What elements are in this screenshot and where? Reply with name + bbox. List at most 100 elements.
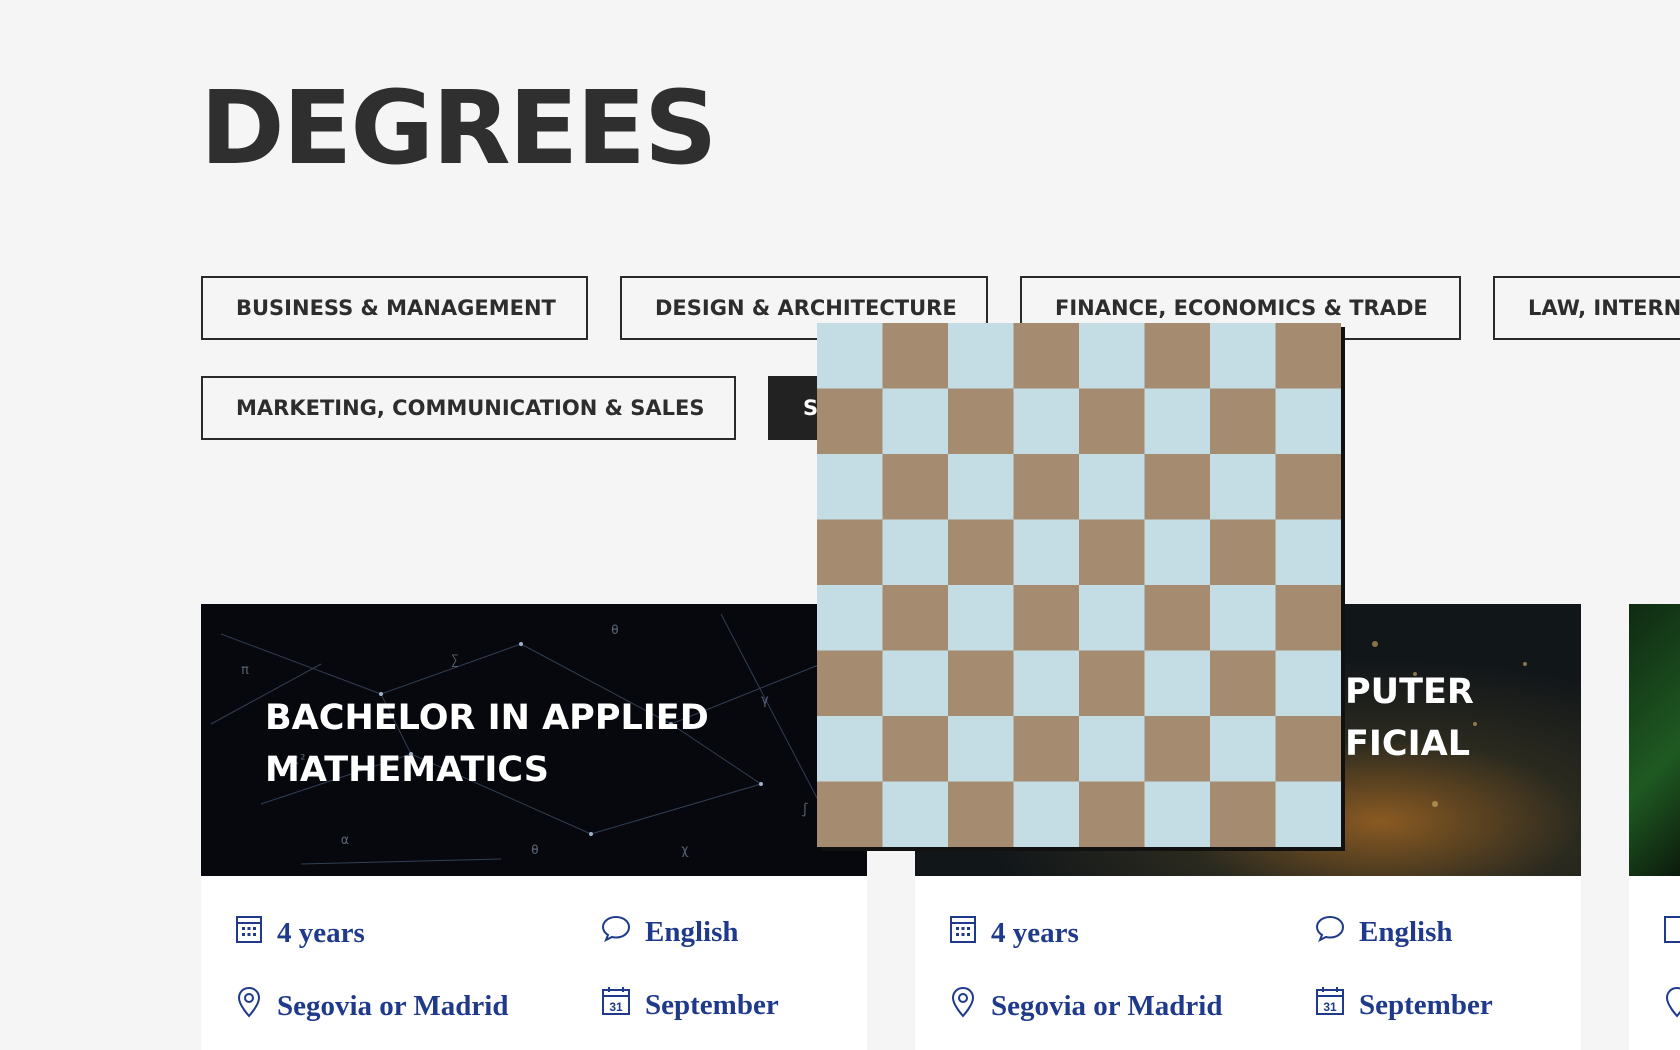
checker-square [882, 781, 949, 848]
checker-square [1013, 323, 1080, 389]
checker-square [948, 519, 1014, 586]
svg-text:31: 31 [609, 1000, 623, 1014]
checker-square [1144, 650, 1211, 717]
svg-text:∫: ∫ [801, 802, 809, 818]
svg-text:∑: ∑ [451, 653, 459, 668]
checker-square [1079, 519, 1145, 586]
svg-text:θ: θ [611, 623, 619, 638]
location-value: Segovia or Madrid [277, 989, 509, 1022]
checker-square [882, 716, 949, 782]
checker-square [1275, 323, 1342, 389]
checker-square [882, 650, 949, 717]
checker-square [948, 781, 1014, 848]
map-pin-icon [949, 986, 977, 1026]
card-details-partial [1629, 876, 1680, 1050]
checker-square [1210, 650, 1276, 717]
start-info: 31 September [1315, 986, 1493, 1024]
checker-square [1079, 454, 1145, 520]
start-value: September [1359, 988, 1493, 1021]
checker-square [948, 650, 1014, 717]
start-value: September [645, 988, 779, 1021]
checker-square [817, 454, 883, 520]
page-title: DEGREES [200, 69, 717, 188]
checker-square [1079, 716, 1145, 782]
checker-square [817, 781, 883, 848]
checker-square [1079, 781, 1145, 848]
map-pin-icon [1663, 986, 1680, 1023]
filter-marketing-communication-sales[interactable]: MARKETING, COMMUNICATION & SALES [201, 376, 736, 440]
language-info: English [601, 914, 739, 950]
language-value: English [645, 915, 739, 948]
checker-square [1013, 388, 1080, 455]
checker-square [1013, 454, 1080, 520]
checker-square [1275, 716, 1342, 782]
checker-square [1275, 388, 1342, 455]
language-info: English [1315, 914, 1453, 950]
location-info: Segovia or Madrid [949, 986, 1222, 1026]
checker-square [1144, 323, 1211, 389]
location-info: Segovia or Madrid [235, 986, 508, 1026]
filter-business-management[interactable]: BUSINESS & MANAGEMENT [201, 276, 588, 340]
degree-card-applied-mathematics[interactable]: π ∑ θ γ x² ∫ θαχ BACHELOR IN APPLIED MATHEMA… [201, 604, 867, 1050]
duration-info: 4 years [235, 914, 365, 952]
checker-square [1210, 585, 1276, 651]
checker-square [1144, 454, 1211, 520]
checker-square [817, 388, 883, 455]
checker-square [882, 519, 949, 586]
checker-square [817, 716, 883, 782]
checker-square [1144, 716, 1211, 782]
card-details: 4 years English Segovia or Madrid 31 Sep… [201, 876, 867, 1050]
checker-square [1144, 781, 1211, 848]
checker-square [1275, 519, 1342, 586]
degree-card-partial[interactable] [1629, 604, 1680, 1050]
checker-square [817, 519, 883, 586]
filter-law-international[interactable]: LAW, INTERN [1493, 276, 1680, 340]
checker-square [817, 323, 883, 389]
checker-square [1210, 323, 1276, 389]
checker-square [1013, 650, 1080, 717]
checker-square [1210, 781, 1276, 848]
checker-square [1013, 716, 1080, 782]
calendar-31-icon: 31 [1315, 986, 1345, 1024]
checker-square [1144, 519, 1211, 586]
checker-square [1210, 519, 1276, 586]
svg-text:θ: θ [531, 843, 539, 858]
checker-square [817, 650, 883, 717]
checker-square [948, 454, 1014, 520]
checker-square [1210, 454, 1276, 520]
checker-square [1210, 388, 1276, 455]
checker-square [1079, 323, 1145, 389]
checker-square [948, 585, 1014, 651]
checker-square [1013, 585, 1080, 651]
svg-text:π: π [241, 663, 249, 678]
checker-square [882, 454, 949, 520]
duration-value: 4 years [991, 916, 1079, 949]
speech-bubble-icon [601, 914, 631, 950]
checker-square [1210, 716, 1276, 782]
duration-value: 4 years [277, 916, 365, 949]
checker-square [882, 585, 949, 651]
checker-square [948, 323, 1014, 389]
calendar-31-icon: 31 [601, 986, 631, 1024]
checker-square [1079, 585, 1145, 651]
calendar-grid-icon [235, 914, 263, 952]
checker-square [1275, 454, 1342, 520]
svg-text:31: 31 [1323, 1000, 1337, 1014]
checker-square [1079, 650, 1145, 717]
checker-square [1275, 650, 1342, 717]
checker-square [1144, 388, 1211, 455]
checker-square [882, 388, 949, 455]
language-value: English [1359, 915, 1453, 948]
card-title-partial: PUTER FICIAL [1345, 672, 1474, 764]
start-info: 31 September [601, 986, 779, 1024]
checker-square [948, 388, 1014, 455]
svg-text:α: α [341, 833, 349, 848]
checkerboard-overlay [817, 323, 1342, 848]
checker-square [1013, 519, 1080, 586]
calendar-grid-icon [949, 914, 977, 952]
checker-square [1275, 781, 1342, 848]
calendar-grid-icon [1663, 914, 1680, 949]
card-title: BACHELOR IN APPLIED MATHEMATICS [265, 698, 709, 790]
checker-square [1275, 585, 1342, 651]
duration-info: 4 years [949, 914, 1079, 952]
